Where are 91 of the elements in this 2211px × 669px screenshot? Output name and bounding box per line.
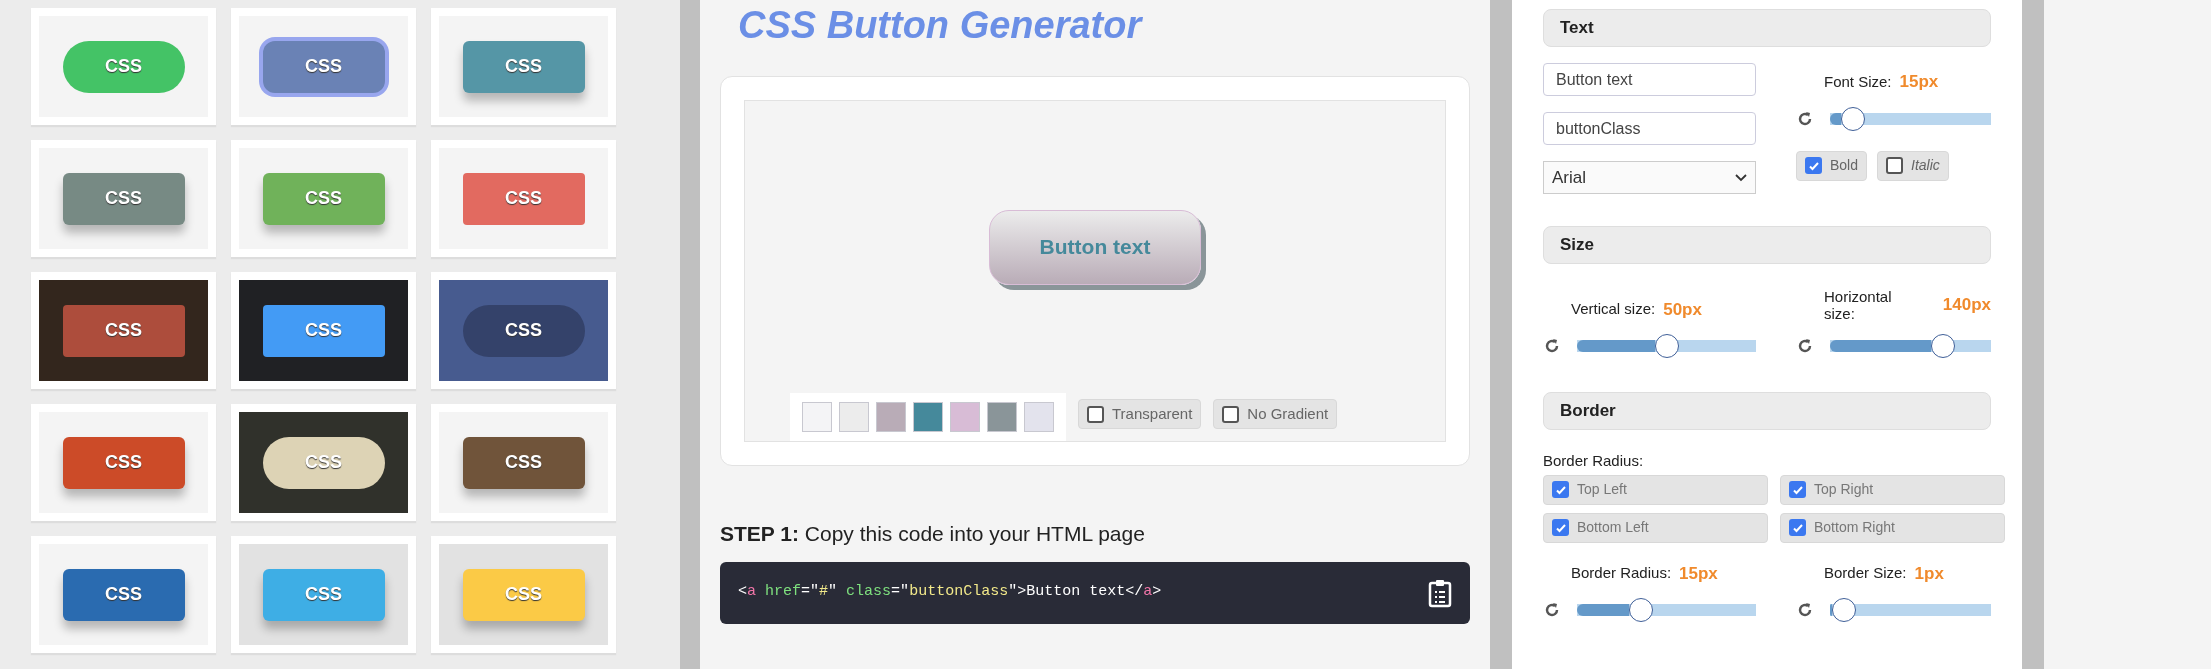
- color-swatch[interactable]: [839, 402, 869, 432]
- button-preview-card[interactable]: CSS: [31, 404, 216, 521]
- chevron-down-icon: [1735, 173, 1747, 182]
- sample-button[interactable]: CSS: [262, 568, 385, 621]
- color-swatch[interactable]: [802, 402, 832, 432]
- sample-button[interactable]: CSS: [62, 436, 185, 489]
- slider-thumb[interactable]: [1840, 106, 1865, 131]
- sample-button[interactable]: CSS: [62, 304, 185, 357]
- slider-fill: [1577, 604, 1630, 616]
- color-swatch[interactable]: [950, 402, 980, 432]
- section-header: Border: [1543, 392, 1991, 430]
- slider-value: 15px: [1899, 71, 1939, 93]
- option-toggle[interactable]: No Gradient: [1213, 399, 1338, 429]
- text-input[interactable]: Button text: [1543, 63, 1756, 96]
- option-label: Transparent: [1112, 403, 1193, 424]
- color-swatch[interactable]: [1024, 402, 1054, 432]
- slider-fill: [1830, 604, 1833, 616]
- button-preview-card[interactable]: CSS: [31, 8, 216, 125]
- button-preview-card[interactable]: CSS: [431, 140, 616, 257]
- corner-label: Top Left: [1577, 480, 1627, 499]
- reset-icon[interactable]: [1543, 337, 1561, 355]
- button-preview-card[interactable]: CSS: [31, 536, 216, 653]
- slider-thumb[interactable]: [1832, 598, 1857, 622]
- button-preview-card[interactable]: CSS: [431, 272, 616, 389]
- sample-button[interactable]: CSS: [462, 304, 585, 357]
- button-preview-card[interactable]: CSS: [31, 272, 216, 389]
- checkbox[interactable]: [1886, 157, 1904, 174]
- color-swatch[interactable]: [913, 402, 943, 432]
- reset-icon[interactable]: [1796, 109, 1814, 128]
- slider-label: Vertical size:: [1571, 299, 1656, 319]
- sample-button[interactable]: CSS: [262, 304, 385, 357]
- reset-icon[interactable]: [1796, 337, 1814, 355]
- option-label: No Gradient: [1247, 403, 1329, 424]
- corner-label: Bottom Right: [1814, 518, 1895, 537]
- reset-icon[interactable]: [1796, 601, 1814, 619]
- option-toggle[interactable]: Transparent: [1078, 399, 1202, 429]
- class-input[interactable]: buttonClass: [1543, 112, 1756, 145]
- slider-thumb[interactable]: [1654, 334, 1679, 358]
- slider-value: 140px: [1942, 294, 1991, 317]
- sample-button[interactable]: CSS: [62, 172, 185, 225]
- sample-button[interactable]: CSS: [62, 568, 185, 621]
- slider-value: 15px: [1679, 562, 1718, 585]
- button-preview-card[interactable]: CSS: [231, 536, 416, 653]
- corner-label: Top Right: [1814, 480, 1874, 499]
- button-preview-card[interactable]: CSS: [231, 272, 416, 389]
- slider-value: 50px: [1663, 298, 1702, 321]
- code-snippet: <a href="#" class="buttonClass">Button text</a>: [738, 582, 1162, 603]
- checkbox[interactable]: [1552, 481, 1569, 498]
- clipboard-icon[interactable]: [1428, 577, 1452, 608]
- checkbox[interactable]: [1552, 519, 1569, 536]
- style-label: Bold: [1830, 156, 1859, 175]
- section-header: Text: [1543, 9, 1991, 47]
- slider-label: Border Size:: [1824, 563, 1907, 583]
- button-preview-card[interactable]: CSS: [231, 140, 416, 257]
- sample-button[interactable]: CSS: [62, 40, 185, 93]
- button-preview-card[interactable]: CSS: [231, 8, 416, 125]
- slider-label: Border Radius:: [1571, 563, 1672, 583]
- corner-toggle[interactable]: Top Left: [1543, 474, 1768, 505]
- style-label: Italic: [1911, 156, 1940, 175]
- checkbox[interactable]: [1222, 405, 1240, 423]
- slider-value: 1px: [1914, 562, 1944, 585]
- slider-fill: [1830, 112, 1841, 125]
- font-select[interactable]: Arial: [1543, 161, 1756, 194]
- checkbox[interactable]: [1789, 519, 1806, 536]
- color-swatch[interactable]: [987, 402, 1017, 432]
- button-preview-card[interactable]: CSS: [31, 140, 216, 257]
- style-toggle[interactable]: Italic: [1877, 150, 1949, 181]
- sample-button[interactable]: CSS: [462, 40, 585, 93]
- sample-button[interactable]: CSS: [462, 172, 585, 225]
- slider-thumb[interactable]: [1629, 598, 1654, 622]
- corner-toggle[interactable]: Bottom Right: [1780, 512, 2005, 543]
- corner-toggle[interactable]: Top Right: [1780, 474, 2005, 505]
- slider-thumb[interactable]: [1930, 334, 1955, 358]
- section-header: Size: [1543, 226, 1991, 264]
- sample-button[interactable]: CSS: [262, 172, 385, 225]
- color-swatch[interactable]: [876, 402, 906, 432]
- reset-icon[interactable]: [1543, 601, 1561, 619]
- corner-label: Bottom Left: [1577, 518, 1649, 537]
- checkbox[interactable]: [1087, 405, 1104, 423]
- button-preview-card[interactable]: CSS: [431, 8, 616, 125]
- corner-toggle[interactable]: Bottom Left: [1543, 512, 1768, 543]
- slider-label: Horizontal size:: [1824, 288, 1893, 322]
- checkbox[interactable]: [1805, 157, 1822, 174]
- button-preview-card[interactable]: CSS: [431, 404, 616, 521]
- radius-heading: Border Radius:: [1543, 451, 1645, 471]
- style-toggle[interactable]: Bold: [1796, 150, 1868, 181]
- page-title: CSS Button Generator: [737, 3, 1144, 48]
- checkbox[interactable]: [1789, 481, 1806, 498]
- slider-label: Font Size:: [1824, 71, 1892, 92]
- step-instruction: STEP 1: Copy this code into your HTML page: [720, 521, 1146, 547]
- sample-button[interactable]: CSS: [462, 436, 585, 489]
